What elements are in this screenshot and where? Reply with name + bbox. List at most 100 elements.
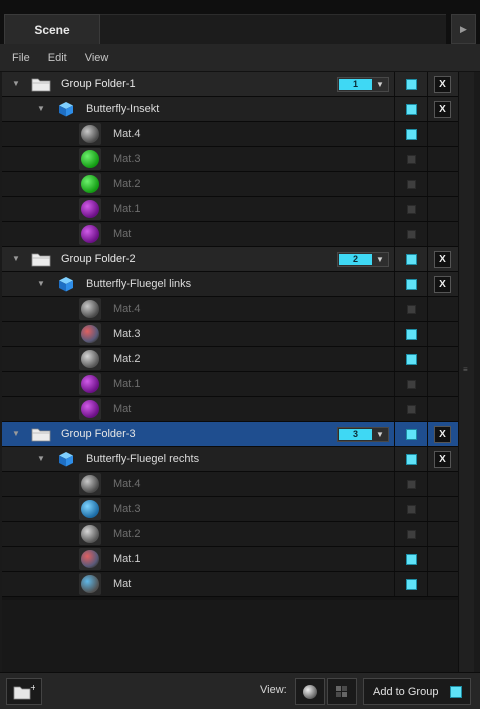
column-divider (394, 72, 395, 96)
material-row[interactable]: Mat.4 (2, 297, 458, 322)
group-row[interactable]: ▼ Group Folder-3 3 ▼ X (2, 422, 458, 447)
delete-object-button[interactable]: X (434, 101, 451, 118)
material-row[interactable]: Mat.2 (2, 172, 458, 197)
material-label: Mat.3 (113, 328, 141, 340)
delete-group-button[interactable]: X (434, 76, 451, 93)
material-row[interactable]: Mat (2, 572, 458, 597)
material-label: Mat.4 (113, 303, 141, 315)
column-divider (427, 97, 428, 121)
layer-number: 3 (339, 429, 372, 440)
material-visibility-toggle[interactable] (407, 230, 416, 239)
delete-group-button[interactable]: X (434, 426, 451, 443)
material-row[interactable]: Mat.3 (2, 147, 458, 172)
dropdown-arrow-icon[interactable]: ▼ (372, 253, 388, 266)
material-ball-icon (81, 525, 99, 543)
expand-arrow-icon[interactable]: ▼ (11, 429, 21, 439)
add-to-group-checkbox[interactable] (450, 686, 462, 698)
layer-selector[interactable]: 3 ▼ (337, 427, 389, 442)
delete-object-button[interactable]: X (434, 451, 451, 468)
column-divider (394, 522, 395, 546)
expand-arrow-icon[interactable]: ▼ (36, 279, 46, 289)
column-divider (427, 322, 428, 346)
material-label: Mat.2 (113, 528, 141, 540)
expand-arrow-icon[interactable]: ▼ (11, 79, 21, 89)
visibility-toggle[interactable] (406, 429, 417, 440)
column-divider (394, 472, 395, 496)
material-ball-icon (81, 400, 99, 418)
new-folder-icon: + (13, 684, 35, 699)
material-row[interactable]: Mat.4 (2, 472, 458, 497)
material-row[interactable]: Mat.4 (2, 122, 458, 147)
material-visibility-toggle[interactable] (406, 354, 417, 365)
material-row[interactable]: Mat.3 (2, 497, 458, 522)
group-row[interactable]: ▼ Group Folder-1 1 ▼ X (2, 72, 458, 97)
tab-scene[interactable]: Scene (4, 14, 100, 44)
visibility-toggle[interactable] (406, 254, 417, 265)
material-label: Mat.1 (113, 378, 141, 390)
column-divider (427, 572, 428, 596)
dropdown-arrow-icon[interactable]: ▼ (372, 78, 388, 91)
material-row[interactable]: Mat.1 (2, 372, 458, 397)
material-thumbnail (79, 173, 101, 195)
column-divider (394, 547, 395, 571)
object-row[interactable]: ▼ Butterfly-Insekt X (2, 97, 458, 122)
expand-arrow-icon[interactable]: ▼ (36, 104, 46, 114)
visibility-toggle[interactable] (406, 454, 417, 465)
material-row[interactable]: Mat.1 (2, 197, 458, 222)
collapse-panel-button[interactable]: ▶ (451, 14, 476, 44)
layer-number: 1 (339, 79, 372, 90)
visibility-toggle[interactable] (406, 79, 417, 90)
material-row[interactable]: Mat (2, 397, 458, 422)
column-divider (394, 272, 395, 296)
texture-tiles-icon (336, 685, 347, 697)
material-row[interactable]: Mat.2 (2, 347, 458, 372)
material-visibility-toggle[interactable] (407, 180, 416, 189)
column-divider (394, 197, 395, 221)
menu-view[interactable]: View (85, 52, 109, 64)
object-row[interactable]: ▼ Butterfly-Fluegel links X (2, 272, 458, 297)
material-visibility-toggle[interactable] (407, 405, 416, 414)
material-thumbnail (79, 573, 101, 595)
group-row[interactable]: ▼ Group Folder-2 2 ▼ X (2, 247, 458, 272)
layer-selector[interactable]: 2 ▼ (337, 252, 389, 267)
material-visibility-toggle[interactable] (407, 505, 416, 514)
material-visibility-toggle[interactable] (406, 579, 417, 590)
material-visibility-toggle[interactable] (407, 205, 416, 214)
chevron-right-icon: ▶ (460, 23, 467, 34)
tree-scrollbar[interactable]: ≡ (458, 72, 474, 672)
column-divider (394, 147, 395, 171)
view-sphere-button[interactable] (295, 678, 325, 705)
material-visibility-toggle[interactable] (407, 305, 416, 314)
material-row[interactable]: Mat.1 (2, 547, 458, 572)
view-flat-button[interactable] (327, 678, 357, 705)
material-row[interactable]: Mat.3 (2, 322, 458, 347)
folder-icon (31, 253, 51, 267)
delete-group-button[interactable]: X (434, 251, 451, 268)
column-divider (394, 122, 395, 146)
material-visibility-toggle[interactable] (406, 554, 417, 565)
new-group-button[interactable]: + (6, 678, 42, 705)
material-row[interactable]: Mat (2, 222, 458, 247)
material-visibility-toggle[interactable] (407, 480, 416, 489)
visibility-toggle[interactable] (406, 104, 417, 115)
material-visibility-toggle[interactable] (407, 530, 416, 539)
dropdown-arrow-icon[interactable]: ▼ (372, 428, 388, 441)
layer-selector[interactable]: 1 ▼ (337, 77, 389, 92)
material-label: Mat.4 (113, 128, 141, 140)
material-label: Mat.4 (113, 478, 141, 490)
material-visibility-toggle[interactable] (406, 129, 417, 140)
layer-number: 2 (339, 254, 372, 265)
scroll-grip-icon[interactable]: ≡ (463, 366, 471, 376)
delete-object-button[interactable]: X (434, 276, 451, 293)
material-visibility-toggle[interactable] (406, 329, 417, 340)
expand-arrow-icon[interactable]: ▼ (11, 254, 21, 264)
material-visibility-toggle[interactable] (407, 380, 416, 389)
add-to-group-button[interactable]: Add to Group (363, 678, 471, 705)
object-row[interactable]: ▼ Butterfly-Fluegel rechts X (2, 447, 458, 472)
material-visibility-toggle[interactable] (407, 155, 416, 164)
menu-edit[interactable]: Edit (48, 52, 67, 64)
material-row[interactable]: Mat.2 (2, 522, 458, 547)
expand-arrow-icon[interactable]: ▼ (36, 454, 46, 464)
menu-file[interactable]: File (12, 52, 30, 64)
visibility-toggle[interactable] (406, 279, 417, 290)
